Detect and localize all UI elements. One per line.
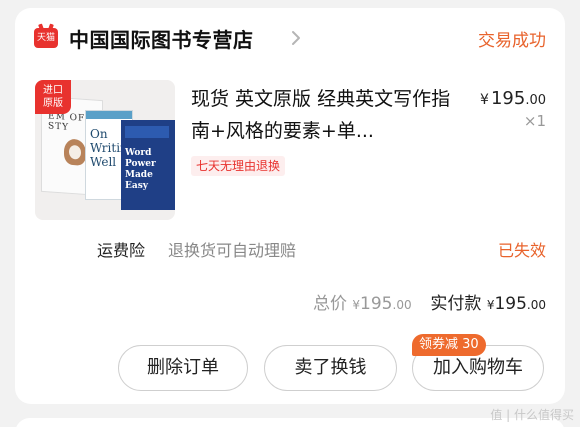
coupon-badge: 领券减 30 <box>412 334 486 356</box>
shop-name[interactable]: 中国国际图书专营店 <box>69 24 254 53</box>
product-price: ¥195.00 <box>480 88 546 109</box>
tmall-icon: 天猫 <box>34 28 58 48</box>
watermark: 值 | 什么值得买 <box>490 408 574 422</box>
next-order-card <box>15 418 565 427</box>
shipping-insurance-desc: 退换货可自动理赔 <box>168 241 297 260</box>
paid-amount: 195 <box>494 294 527 314</box>
sell-for-cash-button[interactable]: 卖了换钱 <box>264 345 397 391</box>
paid-label: 实付款 <box>430 294 482 314</box>
shipping-insurance-label: 运费险 <box>97 241 146 260</box>
chevron-right-icon[interactable] <box>287 29 305 47</box>
shipping-insurance-status: 已失效 <box>497 241 546 260</box>
import-tag: 进口 原版 <box>35 80 71 114</box>
product-quantity: ×1 <box>523 112 546 130</box>
delete-order-button[interactable]: 删除订单 <box>118 345 248 391</box>
book-cover-word-power: Word Power Made Easy <box>121 120 175 210</box>
total-amount: 195 <box>360 294 393 314</box>
order-status: 交易成功 <box>478 31 546 51</box>
order-card: 天猫 中国国际图书专营店 交易成功 进口 原版 EM OF STY On Wri… <box>15 8 565 404</box>
total-label: 总价 <box>313 294 347 314</box>
product-title[interactable]: 现货 英文原版 经典英文写作指南+风格的要素+单... <box>191 83 461 147</box>
order-totals: 总价 ¥195.00 实付款 ¥195.00 <box>313 294 546 314</box>
product-thumbnail[interactable]: 进口 原版 EM OF STY On Writing Well Word Pow… <box>35 80 175 220</box>
return-policy-badge: 七天无理由退换 <box>191 156 286 176</box>
